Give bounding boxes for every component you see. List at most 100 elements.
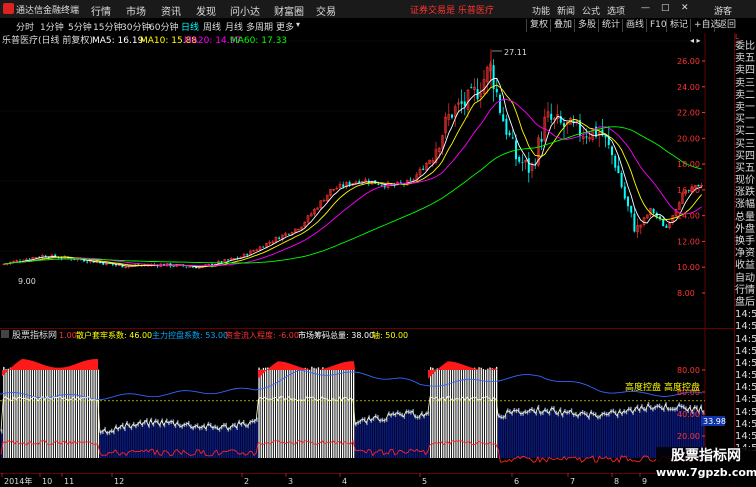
toolbar-button[interactable]: 叠加: [550, 19, 575, 32]
right-panel-item[interactable]: 买四: [735, 151, 756, 163]
candlestick-chart[interactable]: 26.00 24.00 22.00 20.00 18.00 16.00 14.00 12.00…: [0, 33, 734, 328]
toolbar-button[interactable]: 返回: [714, 19, 739, 32]
chart-scroll-icon[interactable]: ◂ ▸: [690, 36, 701, 45]
right-panel-item[interactable]: 涨幅: [735, 199, 756, 211]
right-panel-item[interactable]: 14:56: [735, 370, 756, 382]
right-panel-item[interactable]: 外盘: [735, 224, 756, 236]
chevron-down-icon[interactable]: ▾: [296, 20, 300, 29]
tab-period[interactable]: 60分钟: [149, 20, 178, 33]
tab-period[interactable]: 5分钟: [68, 20, 92, 33]
right-panel-item[interactable]: 14:56: [735, 394, 756, 406]
right-panel-item[interactable]: 行情: [735, 285, 756, 297]
menu-item[interactable]: 行情: [91, 3, 111, 18]
right-panel-item[interactable]: 自动: [735, 273, 756, 285]
right-panel-item[interactable]: 买一: [735, 114, 756, 126]
indicator-chart[interactable]: 80.0060.0040.0020.000.00 股票指标网 1.00 散户套牢…: [0, 328, 734, 473]
minimize-button[interactable]: —: [641, 3, 650, 13]
indicator-y-tick: 20.00: [677, 432, 700, 441]
menu-item[interactable]: 市场: [126, 3, 146, 18]
tab-period[interactable]: 月线: [225, 20, 243, 33]
tab-period[interactable]: 多周期: [246, 20, 273, 33]
tab-period[interactable]: 更多: [276, 20, 294, 33]
tab-period[interactable]: 30分钟: [121, 20, 150, 33]
menu-item[interactable]: 资讯: [161, 3, 181, 18]
app-title: 通达信金融终端: [16, 6, 80, 16]
y-tick-label: 12.00: [677, 237, 700, 246]
ma60-label: MA60: 17.33: [230, 36, 287, 46]
x-axis-label: 11: [64, 477, 74, 486]
right-panel-item[interactable]: 14:56: [735, 358, 756, 370]
maximize-button[interactable]: □: [661, 3, 670, 13]
y-tick-label: 8.00: [677, 289, 695, 298]
low-price-label: 9.00: [18, 277, 36, 286]
x-axis-label: 5: [422, 477, 427, 486]
indicator-value: 主力控盘系数: 53.00: [152, 330, 228, 340]
options-link[interactable]: 选项: [607, 4, 625, 17]
header-notice-link[interactable]: 证券交易是 乐普医疗: [410, 3, 494, 16]
right-panel-item[interactable]: 买三: [735, 139, 756, 151]
indicator-y-tick: 80.00: [677, 366, 700, 375]
right-panel-item[interactable]: 卖四: [735, 65, 756, 77]
formula-link[interactable]: 公式: [582, 4, 600, 17]
right-panel-item[interactable]: 买二: [735, 126, 756, 138]
right-panel-item[interactable]: 14:56: [735, 346, 756, 358]
right-panel-item[interactable]: 换手: [735, 236, 756, 248]
right-panel-item[interactable]: 14:56: [735, 321, 756, 333]
right-panel-item[interactable]: 14:56: [735, 419, 756, 431]
indicator-title: 股票指标网: [12, 329, 57, 341]
y-tick-label: 10.00: [677, 263, 700, 272]
indicator-value: 资金流入程度: -6.00: [225, 330, 299, 340]
toolbar-button[interactable]: 标记: [666, 19, 691, 32]
toolbar-button[interactable]: 多股: [574, 19, 599, 32]
menu-item[interactable]: 财富圈: [274, 3, 304, 18]
tab-period[interactable]: 周线: [203, 20, 221, 33]
right-panel-item[interactable]: 净资: [735, 248, 756, 260]
tab-period[interactable]: 分时: [16, 20, 34, 33]
x-axis: 2014年 10 11 12 2 3 4 5 6 7 8 9: [0, 473, 734, 487]
right-panel-item[interactable]: 收益: [735, 260, 756, 272]
indicator-annotation: 高度控盘: [625, 381, 661, 393]
right-panel-item[interactable]: 14:56: [735, 382, 756, 394]
close-button[interactable]: ✕: [681, 3, 689, 13]
right-panel-item[interactable]: 14:56: [735, 309, 756, 321]
menu-item[interactable]: 交易: [316, 3, 336, 18]
high-price-label: 27.11: [504, 48, 527, 57]
guest-label[interactable]: 游客: [714, 4, 732, 17]
right-panel-item[interactable]: 卖二: [735, 90, 756, 102]
indicator-value: 市场筹码总量: 38.00: [298, 330, 374, 340]
right-panel-item[interactable]: 涨跌: [735, 187, 756, 199]
tdx-logo-icon: [3, 3, 14, 14]
right-panel-item[interactable]: 盘后: [735, 297, 756, 309]
x-axis-label: 12: [114, 477, 124, 486]
x-axis-label: 8: [614, 477, 619, 486]
function-link[interactable]: 功能: [532, 4, 550, 17]
tab-period[interactable]: 15分钟: [93, 20, 122, 33]
y-tick-label: 14.00: [677, 212, 700, 221]
toolbar-button[interactable]: 统计: [598, 19, 623, 32]
right-quote-panel: L 委比 卖五 卖四 卖三 卖二 卖一 买一 买二 买三 买四 买五 现价 涨跌 涨幅 总量 外盘 换手 净资 收益自…: [734, 33, 756, 487]
x-axis-label: 6: [514, 477, 519, 486]
right-panel-item[interactable]: 卖一: [735, 102, 756, 114]
right-panel-item[interactable]: 14:56: [735, 407, 756, 419]
menu-item[interactable]: 问小达: [230, 3, 260, 18]
right-panel-item[interactable]: 买五: [735, 163, 756, 175]
x-axis-label: 10: [42, 477, 52, 486]
right-panel-item[interactable]: 14:56: [735, 334, 756, 346]
right-panel-item[interactable]: 14:57: [735, 431, 756, 443]
right-panel-item[interactable]: 现价: [735, 175, 756, 187]
right-panel-item[interactable]: 委比: [735, 41, 756, 53]
tab-period-active[interactable]: 日线: [181, 20, 199, 33]
right-panel-item[interactable]: 卖五: [735, 53, 756, 65]
toolbar-button[interactable]: 画线: [622, 19, 647, 32]
tab-period[interactable]: 1分钟: [40, 20, 64, 33]
right-panel-item[interactable]: 总量: [735, 212, 756, 224]
indicator-menu-icon[interactable]: [1, 330, 9, 338]
news-link[interactable]: 新闻: [557, 4, 575, 17]
x-axis-label: 9: [642, 477, 647, 486]
title-bar: 通达信金融终端 行情 市场 资讯 发现 问小达 财富圈 交易 证券交易是 乐普医…: [0, 0, 756, 19]
toolbar-button[interactable]: 复权: [526, 19, 551, 32]
right-panel-item[interactable]: 卖三: [735, 78, 756, 90]
menu-item[interactable]: 发现: [196, 3, 216, 18]
y-tick-label: 18.00: [677, 160, 700, 169]
indicator-value: 散户套牢系数: 46.00: [76, 330, 152, 340]
